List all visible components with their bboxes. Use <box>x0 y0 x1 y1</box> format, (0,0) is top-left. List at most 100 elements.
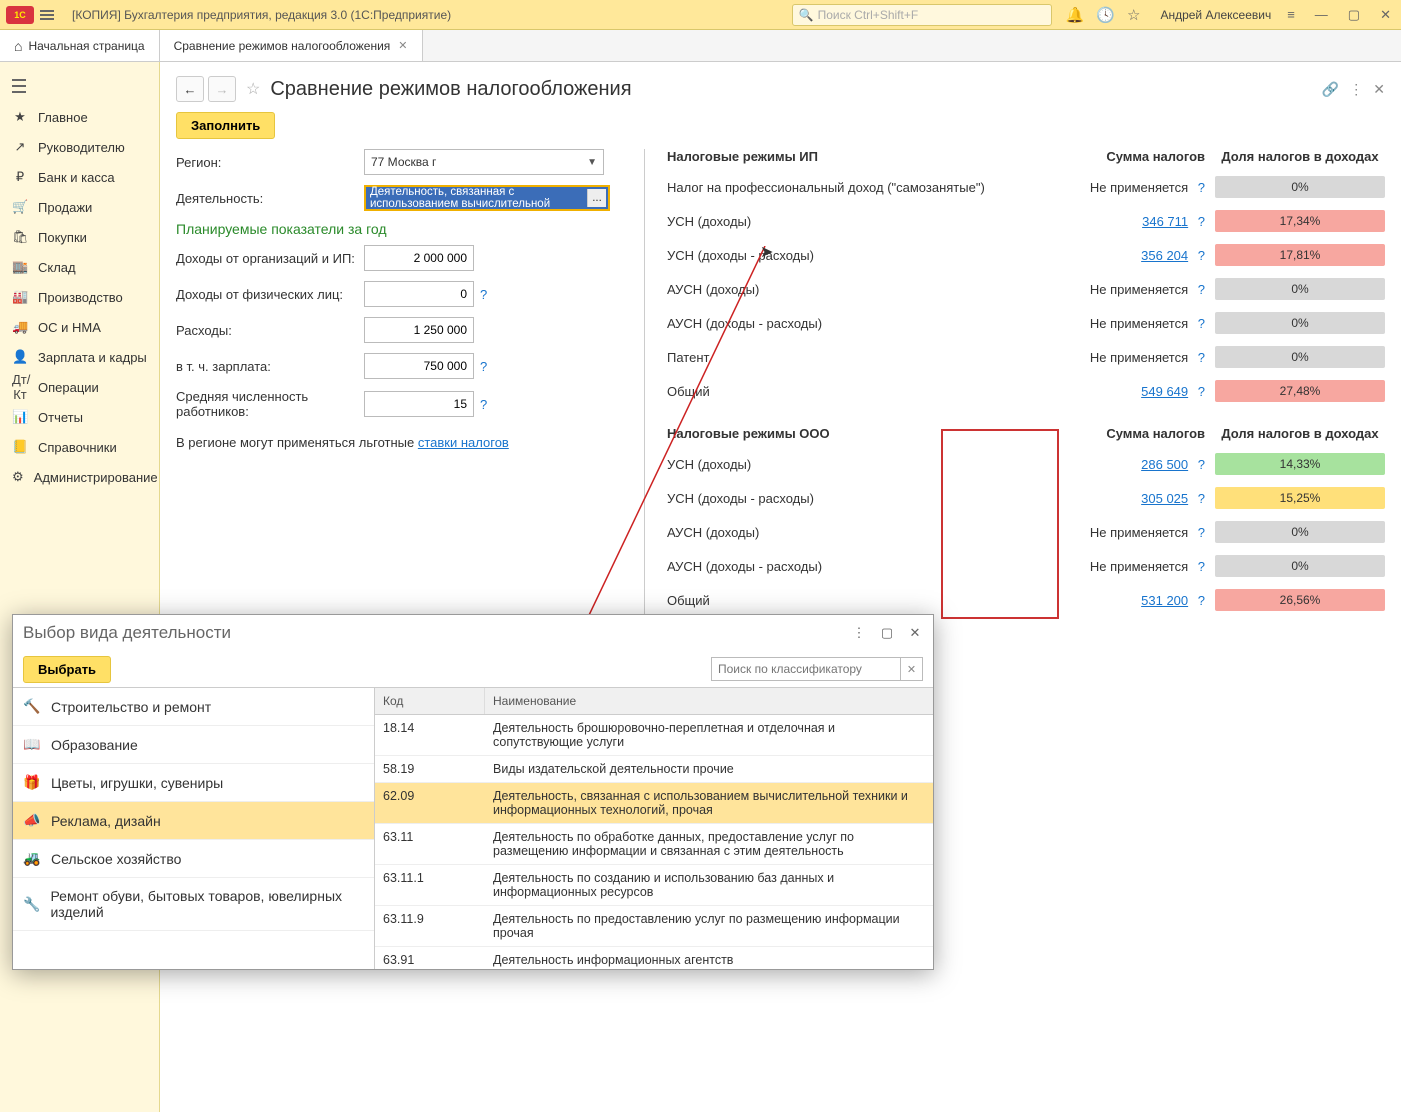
tax-sum-link[interactable]: 305 025 <box>1141 491 1188 506</box>
tax-row: АУСН (доходы)Не применяется ?0% <box>667 521 1385 543</box>
tax-rates-link[interactable]: ставки налогов <box>418 435 509 450</box>
select-button[interactable]: Выбрать <box>23 656 111 683</box>
help-icon[interactable]: ? <box>1198 316 1205 331</box>
help-icon[interactable]: ? <box>480 359 487 374</box>
link-icon[interactable]: 🔗 <box>1322 81 1339 98</box>
category-item[interactable]: 🔧Ремонт обуви, бытовых товаров, ювелирны… <box>13 878 374 931</box>
tab-close-icon[interactable]: ✕ <box>398 39 407 52</box>
category-item[interactable]: 📖Образование <box>13 726 374 764</box>
help-icon[interactable]: ? <box>1198 384 1205 399</box>
help-icon[interactable]: ? <box>1198 214 1205 229</box>
category-icon: 📣 <box>23 812 41 829</box>
sidebar-icon: ★ <box>12 109 28 125</box>
fill-button[interactable]: Заполнить <box>176 112 275 139</box>
category-item[interactable]: 📣Реклама, дизайн <box>13 802 374 840</box>
activity-table[interactable]: Код Наименование 18.14Деятельность брошю… <box>375 688 933 969</box>
not-applicable: Не применяется <box>1090 180 1188 195</box>
planned-header: Планируемые показатели за год <box>176 221 616 237</box>
tax-row: Налог на профессиональный доход ("самоза… <box>667 176 1385 198</box>
sidebar-icon: ⚙ <box>12 469 24 485</box>
category-list[interactable]: 🔨Строительство и ремонт📖Образование🎁Цвет… <box>13 688 375 969</box>
activity-row[interactable]: 58.19Виды издательской деятельности проч… <box>375 756 933 783</box>
help-icon[interactable]: ? <box>1198 525 1205 540</box>
tab-home[interactable]: Начальная страница <box>0 30 160 61</box>
activity-row[interactable]: 62.09Деятельность, связанная с использов… <box>375 783 933 824</box>
help-icon[interactable]: ? <box>1198 593 1205 608</box>
modal-maximize-icon[interactable]: ▢ <box>879 625 895 641</box>
category-item[interactable]: 🚜Сельское хозяйство <box>13 840 374 878</box>
sidebar-item[interactable]: 🛍Покупки <box>0 222 159 252</box>
titlebar-menu-icon[interactable]: ≡ <box>1283 7 1299 22</box>
modal-close-icon[interactable]: ✕ <box>907 625 923 641</box>
help-icon[interactable]: ? <box>480 287 487 302</box>
income-org-input[interactable] <box>364 245 474 271</box>
activity-select[interactable]: Деятельность, связанная с использованием… <box>364 185 610 211</box>
sidebar-item[interactable]: 📒Справочники <box>0 432 159 462</box>
activity-row[interactable]: 18.14Деятельность брошюровочно-переплетн… <box>375 715 933 756</box>
history-icon[interactable]: 🕓 <box>1096 6 1115 24</box>
help-icon[interactable]: ? <box>1198 248 1205 263</box>
tax-sum-link[interactable]: 549 649 <box>1141 384 1188 399</box>
sidebar-item[interactable]: 📊Отчеты <box>0 402 159 432</box>
activity-name: Деятельность брошюровочно-переплетная и … <box>485 715 933 755</box>
headcount-input[interactable] <box>364 391 474 417</box>
modal-title: Выбор вида деятельности <box>23 623 231 643</box>
tax-sum-link[interactable]: 346 711 <box>1142 214 1188 229</box>
close-icon[interactable]: ✕ <box>1376 7 1395 23</box>
tax-name: Патент <box>667 350 1085 365</box>
star-icon[interactable]: ☆ <box>1127 6 1140 24</box>
search-input[interactable]: 🔍 Поиск Ctrl+Shift+F <box>792 4 1052 26</box>
expenses-input[interactable] <box>364 317 474 343</box>
minimize-icon[interactable]: — <box>1311 7 1332 22</box>
sidebar-item[interactable]: ★Главное <box>0 102 159 132</box>
sidebar-item[interactable]: 🛒Продажи <box>0 192 159 222</box>
user-name[interactable]: Андрей Алексеевич <box>1160 8 1271 22</box>
sidebar-item[interactable]: 👤Зарплата и кадры <box>0 342 159 372</box>
salary-input[interactable] <box>364 353 474 379</box>
more-icon[interactable]: ⋮ <box>1349 81 1363 98</box>
back-button[interactable]: ← <box>176 76 204 102</box>
sidebar-item[interactable]: 🏬Склад <box>0 252 159 282</box>
help-icon[interactable]: ? <box>1198 350 1205 365</box>
help-icon[interactable]: ? <box>1198 282 1205 297</box>
search-clear-icon[interactable]: ✕ <box>901 657 923 681</box>
activity-row[interactable]: 63.11.1Деятельность по созданию и исполь… <box>375 865 933 906</box>
help-icon[interactable]: ? <box>480 397 487 412</box>
sidebar-item[interactable]: ↗Руководителю <box>0 132 159 162</box>
help-icon[interactable]: ? <box>1198 180 1205 195</box>
sidebar-item[interactable]: ₽Банк и касса <box>0 162 159 192</box>
sidebar-item[interactable]: Дт/КтОперации <box>0 372 159 402</box>
hamburger-icon[interactable] <box>40 5 60 25</box>
maximize-icon[interactable]: ▢ <box>1344 7 1364 23</box>
sidebar-item[interactable]: ⚙Администрирование <box>0 462 159 492</box>
category-item[interactable]: 🎁Цветы, игрушки, сувениры <box>13 764 374 802</box>
activity-row[interactable]: 63.11.9Деятельность по предоставлению ус… <box>375 906 933 947</box>
sidebar-icon: 📒 <box>12 439 28 455</box>
help-icon[interactable]: ? <box>1198 559 1205 574</box>
activity-row[interactable]: 63.91Деятельность информационных агентст… <box>375 947 933 969</box>
classifier-search-input[interactable] <box>711 657 901 681</box>
page-close-icon[interactable]: ✕ <box>1373 81 1385 98</box>
activity-name: Деятельность информационных агентств <box>485 947 933 969</box>
tax-sum-link[interactable]: 356 204 <box>1141 248 1188 263</box>
activity-row[interactable]: 63.11Деятельность по обработке данных, п… <box>375 824 933 865</box>
region-select[interactable]: 77 Москва г ▼ <box>364 149 604 175</box>
sidebar-item[interactable]: 🏭Производство <box>0 282 159 312</box>
sidebar-item[interactable]: 🚚ОС и НМА <box>0 312 159 342</box>
forward-button[interactable]: → <box>208 76 236 102</box>
tax-sum-link[interactable]: 286 500 <box>1141 457 1188 472</box>
not-applicable: Не применяется <box>1090 525 1188 540</box>
category-item[interactable]: 🔨Строительство и ремонт <box>13 688 374 726</box>
tax-sum-link[interactable]: 531 200 <box>1141 593 1188 608</box>
help-icon[interactable]: ? <box>1198 457 1205 472</box>
favorite-icon[interactable]: ☆ <box>246 79 260 99</box>
tab-comparison[interactable]: Сравнение режимов налогообложения ✕ <box>160 30 423 61</box>
sidebar-icon: ₽ <box>12 169 28 185</box>
sidebar-label: Отчеты <box>38 410 83 425</box>
income-phys-input[interactable] <box>364 281 474 307</box>
sidebar-hamburger[interactable] <box>0 70 159 102</box>
bell-icon[interactable]: 🔔 <box>1066 6 1085 24</box>
modal-more-icon[interactable]: ⋮ <box>851 625 867 641</box>
help-icon[interactable]: ? <box>1198 491 1205 506</box>
col-code-header: Код <box>375 688 485 714</box>
